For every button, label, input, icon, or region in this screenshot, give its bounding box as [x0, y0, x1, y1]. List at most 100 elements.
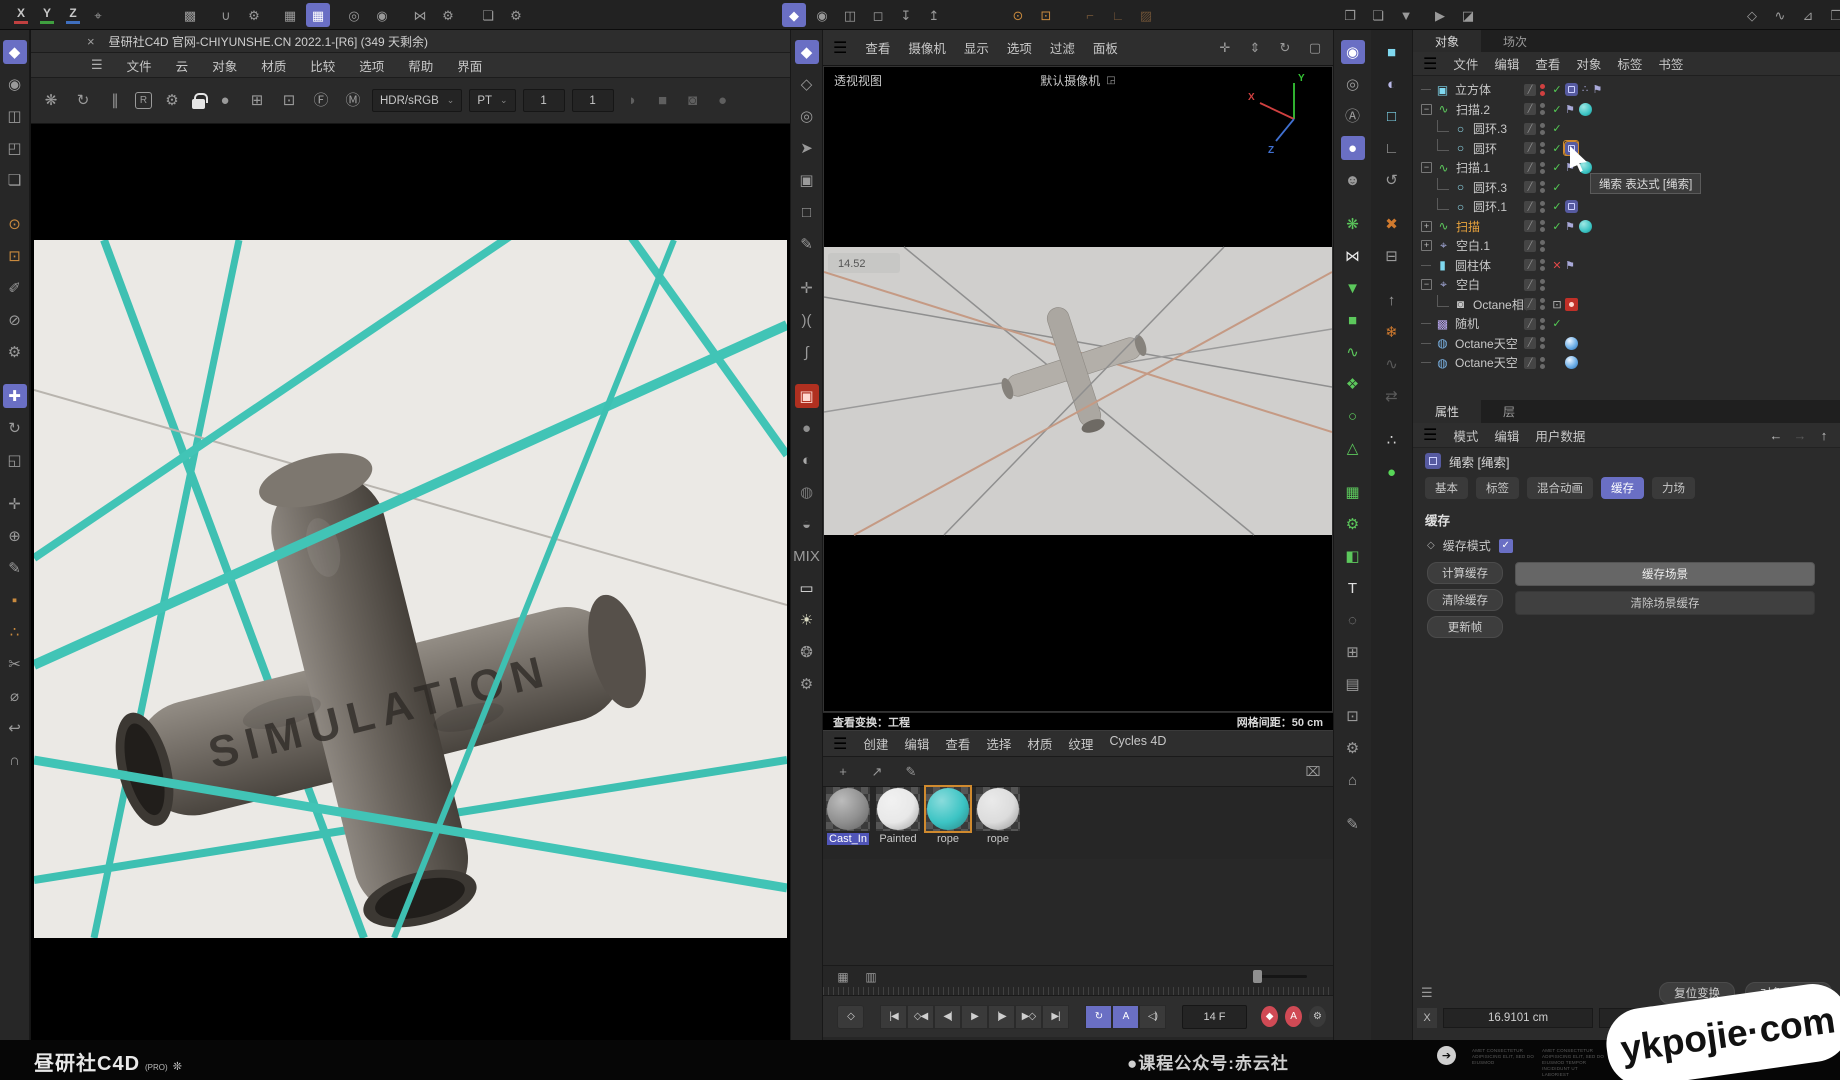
mograph-icon[interactable]: ❋ — [1341, 212, 1365, 236]
hamburger-icon[interactable]: ☰ — [1421, 985, 1433, 1001]
up-icon[interactable]: ↑ — [1816, 423, 1832, 447]
list-view-icon[interactable]: ▥ — [859, 965, 883, 989]
pen-icon[interactable]: ✎ — [795, 232, 819, 256]
tree-row[interactable]: ◍Octane天空╱ — [1413, 353, 1840, 373]
menu-item[interactable]: 查看 — [865, 38, 890, 57]
axis-rotate-icon[interactable]: ↺ — [1380, 168, 1404, 192]
gear-settings-icon[interactable]: ⚙ — [1341, 736, 1365, 760]
material-name[interactable]: rope — [935, 833, 961, 845]
check-state-icon[interactable]: ✓ — [1550, 317, 1564, 330]
target-state-icon[interactable]: ⊡ — [1550, 298, 1564, 311]
visibility-dots[interactable] — [1540, 84, 1545, 96]
sweep-sim-icon[interactable]: ∿ — [1341, 340, 1365, 364]
octane-live-viewer-icon[interactable]: ▣ — [795, 384, 819, 408]
pill-icon[interactable]: ▭ — [795, 576, 819, 600]
check-state-icon[interactable]: ✓ — [1550, 181, 1564, 194]
tree-row[interactable]: ▣立方体╱✓∴⚑ — [1413, 80, 1840, 100]
kernel-dropdown[interactable]: PT ⌄ — [469, 89, 515, 112]
set-keyframe-icon[interactable]: ◇ — [837, 1005, 864, 1029]
layer-toggle-icon[interactable]: ╱ — [1524, 259, 1536, 271]
section-tab-标签[interactable]: 标签 — [1476, 477, 1519, 499]
ring-object-icon[interactable]: ○ — [1453, 141, 1468, 155]
add-material-icon[interactable]: + — [831, 760, 855, 784]
material-ball-4-icon[interactable]: ◒ — [795, 512, 819, 536]
tree-row[interactable]: ▮圆柱体╱✕⚑ — [1413, 256, 1840, 276]
cache-mode-checkbox[interactable]: ✓ — [1499, 539, 1513, 553]
face-material-icon[interactable]: ☻ — [1341, 168, 1365, 192]
menu-item[interactable]: 选项 — [359, 56, 384, 75]
focus-picker-icon[interactable]: Ⓕ — [309, 89, 333, 113]
thumbnail-size-slider[interactable] — [1255, 975, 1307, 978]
cache-button[interactable]: 清除缓存 — [1427, 589, 1503, 611]
layers-icon[interactable]: ⊞ — [1341, 640, 1365, 664]
brush-tool-icon[interactable]: ✐ — [3, 276, 27, 300]
fill-tool-icon[interactable]: ▨ — [1134, 3, 1158, 27]
probe-icon[interactable]: ∫ — [795, 340, 819, 364]
hamburger-icon[interactable]: ☰ — [1423, 54, 1437, 74]
layer-toggle-icon[interactable]: ╱ — [1524, 84, 1536, 96]
tab-场次[interactable]: 场次 — [1481, 30, 1549, 52]
sky-object-icon[interactable]: ◍ — [1435, 336, 1450, 350]
expander-icon[interactable]: − — [1421, 104, 1432, 115]
pan-icon[interactable]: ✛ — [1213, 36, 1237, 60]
menu-item[interactable]: 面板 — [1093, 38, 1118, 57]
rope-expression-tag-icon[interactable] — [1565, 83, 1578, 96]
collision-warning-icon[interactable]: △ — [1341, 436, 1365, 460]
material-ball-icon[interactable]: ● — [213, 89, 237, 113]
undo-history-icon[interactable]: ↩ — [3, 716, 27, 740]
check-state-icon[interactable]: ✓ — [1550, 161, 1564, 174]
import-icon[interactable]: ↧ — [894, 3, 918, 27]
visibility-dots[interactable] — [1540, 103, 1545, 115]
keyframe-diamond-icon[interactable]: ◇ — [1427, 540, 1435, 551]
viewport-cube-icon[interactable]: ◆ — [795, 40, 819, 64]
phong-tag-icon[interactable]: ⚑ — [1565, 259, 1575, 272]
menu-item[interactable]: 查看 — [1535, 54, 1560, 73]
object-name[interactable]: 扫描.2 — [1456, 101, 1490, 118]
panel-icon[interactable]: ❐ — [1824, 3, 1840, 27]
window-stack-icon[interactable]: ❏ — [1366, 3, 1390, 27]
axis-move-icon[interactable]: ✛ — [3, 492, 27, 516]
layer-toggle-icon[interactable]: ╱ — [1524, 318, 1536, 330]
menu-item[interactable]: 查看 — [945, 734, 970, 753]
cube-pair-icon[interactable]: ◧ — [1341, 544, 1365, 568]
save-layout-icon[interactable]: ▼ — [1394, 3, 1418, 27]
menu-item[interactable]: 书签 — [1658, 54, 1683, 73]
camera-label[interactable]: 默认摄像机 ◲ — [1040, 72, 1115, 89]
sky-texture-tag-icon[interactable] — [1565, 337, 1578, 350]
hexagon-icon[interactable]: ⌂ — [1341, 768, 1365, 792]
rotate-tool-icon[interactable]: ↻ — [3, 416, 27, 440]
tweak-tool-icon[interactable]: ⚙ — [3, 340, 27, 364]
hamburger-icon[interactable]: ☰ — [91, 57, 103, 73]
lock-resolution-icon[interactable] — [192, 99, 205, 109]
viewport-name-label[interactable]: 透视视图 — [834, 72, 882, 89]
region-box-icon[interactable]: ⊡ — [277, 89, 301, 113]
phong-tag-icon[interactable]: ⚑ — [1565, 103, 1575, 116]
perspective-viewport[interactable]: 14.52 Y X Z 透视视图 默认摄像机 ◲ — [823, 66, 1333, 712]
sky-texture-tag-icon[interactable] — [1565, 356, 1578, 369]
model-tool-icon[interactable]: ◆ — [3, 40, 27, 64]
material-thumbnail[interactable] — [926, 787, 970, 831]
nullobj-object-icon[interactable]: ⌖ — [1436, 238, 1451, 253]
text-tool-icon[interactable]: T — [1341, 576, 1365, 600]
points-tool-icon[interactable]: ◉ — [3, 72, 27, 96]
layer-toggle-icon[interactable]: ╱ — [1524, 279, 1536, 291]
quantize-grid-icon[interactable]: ▦ — [306, 3, 330, 27]
tree-row[interactable]: +⌖空白.1╱ — [1413, 236, 1840, 256]
menu-item[interactable]: 界面 — [457, 56, 482, 75]
texture-tag-icon[interactable] — [1579, 103, 1592, 116]
model-mode-icon[interactable]: ◆ — [782, 3, 806, 27]
autokey-range-icon[interactable]: A — [1112, 1005, 1139, 1029]
tree-row[interactable]: −∿扫描.2╱✓⚑ — [1413, 100, 1840, 120]
goto-start-icon[interactable]: |◀ — [880, 1005, 907, 1029]
loop-tool-icon[interactable]: ∟ — [1106, 3, 1130, 27]
lattice-icon[interactable]: ▤ — [1341, 672, 1365, 696]
record-autokey-icon[interactable]: A — [1285, 1006, 1302, 1027]
render-settings-icon[interactable]: ◪ — [1456, 3, 1480, 27]
material-picker-icon[interactable]: Ⓜ — [341, 89, 365, 113]
sweep-object-icon[interactable]: ∿ — [1436, 219, 1451, 233]
object-name[interactable]: Octane天空 — [1455, 354, 1518, 371]
menu-item[interactable]: 文件 — [1453, 54, 1478, 73]
apply-material-icon[interactable]: ↗ — [865, 760, 889, 784]
material-item[interactable]: Painted — [875, 787, 921, 845]
material-name[interactable]: Painted — [877, 833, 918, 845]
